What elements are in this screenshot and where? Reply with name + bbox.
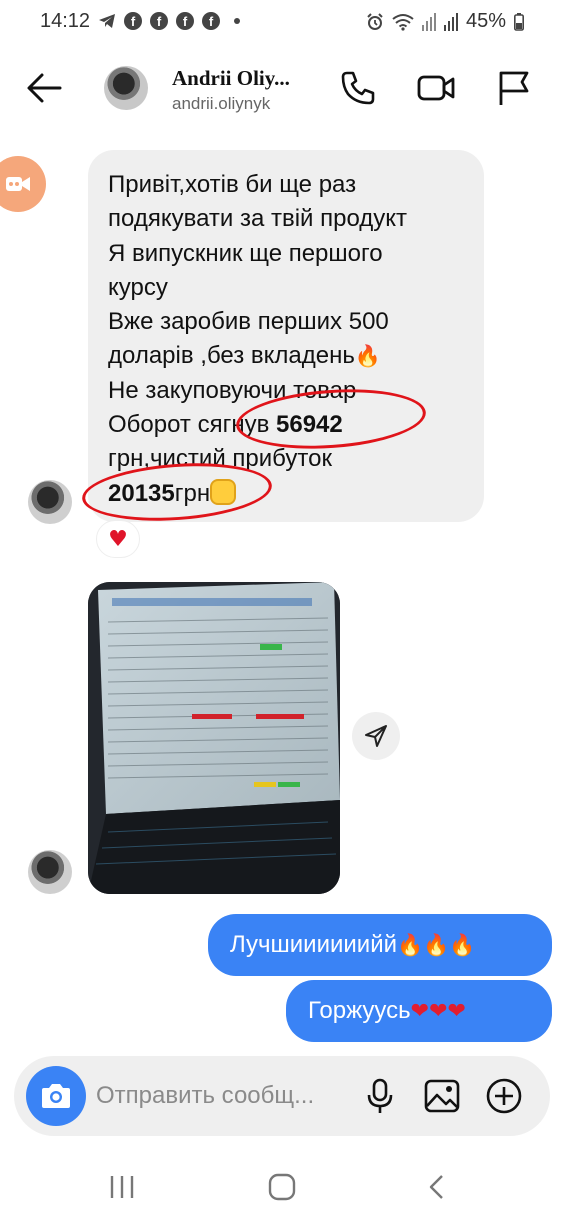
avatar[interactable] [104, 66, 148, 110]
flag-icon[interactable] [494, 68, 534, 108]
avatar[interactable] [28, 480, 72, 524]
fire-emoji: 🔥🔥🔥 [397, 932, 476, 957]
outgoing-message[interactable]: Горжуусь ❤❤❤ [286, 980, 552, 1042]
back-arrow-icon[interactable] [22, 66, 66, 110]
message-line: курсу [108, 273, 168, 301]
navigation-bar [0, 1150, 564, 1222]
video-camera-icon [6, 177, 30, 191]
back-icon[interactable] [418, 1172, 458, 1202]
battery-percent: 45% [465, 10, 506, 32]
video-camera-icon[interactable] [416, 68, 456, 108]
facebook-icon: f [176, 12, 194, 30]
photo-message[interactable] [88, 582, 340, 894]
message-line: Я випускник ще першого [108, 239, 383, 267]
notification-icons: f f f f [98, 12, 240, 30]
recent-apps-icon[interactable] [102, 1172, 142, 1202]
fire-emoji: 🔥 [354, 344, 382, 369]
contact-name[interactable]: Andrii Oliy... [172, 66, 290, 91]
message-text: Лучшиииииийй [230, 931, 398, 958]
microphone-icon[interactable] [360, 1076, 400, 1116]
message-text: Горжуусь [308, 997, 411, 1024]
outgoing-message[interactable]: Лучшиииииийй 🔥🔥🔥 [208, 914, 552, 976]
message-line: Вже заробив перших 500 [108, 308, 389, 336]
status-bar: 14:12 f f f f 45% [0, 0, 564, 44]
camera-icon [42, 1084, 70, 1108]
plus-circle-icon[interactable] [484, 1076, 524, 1116]
video-chat-bubble[interactable] [0, 156, 46, 212]
heart-reaction[interactable]: ♥ [96, 520, 140, 558]
facebook-icon: f [150, 12, 168, 30]
avatar[interactable] [28, 850, 72, 894]
chat-header: Andrii Oliy... andrii.oliynyk [0, 44, 564, 134]
status-time: 14:12 [40, 10, 91, 32]
contact-username[interactable]: andrii.oliynyk [172, 94, 270, 114]
wifi-icon [392, 13, 414, 31]
home-icon[interactable] [262, 1172, 302, 1202]
phone-icon[interactable] [338, 68, 378, 108]
signal-icon [443, 12, 458, 31]
dot-icon [234, 18, 240, 24]
laptop-spreadsheet-photo [88, 582, 340, 894]
battery-icon [514, 12, 524, 31]
facebook-icon: f [202, 12, 220, 30]
message-text: доларів ,без вкладень [108, 342, 355, 370]
system-icons: 45% [366, 10, 524, 33]
message-line: доларів ,без вкладень🔥 [108, 339, 464, 373]
share-button[interactable] [352, 712, 400, 760]
heart-emoji: ❤❤❤ [410, 998, 466, 1024]
send-icon [365, 725, 387, 747]
message-line: Привіт,хотів би ще раз [108, 171, 357, 198]
alarm-icon [367, 12, 383, 30]
telegram-icon [99, 14, 115, 28]
message-line: подякувати за твій продукт [108, 205, 408, 233]
message-input[interactable] [96, 1078, 354, 1114]
signal-icon [421, 12, 436, 31]
camera-button[interactable] [26, 1066, 86, 1126]
gallery-icon[interactable] [422, 1076, 462, 1116]
message-composer [14, 1056, 550, 1136]
facebook-icon: f [124, 12, 142, 30]
